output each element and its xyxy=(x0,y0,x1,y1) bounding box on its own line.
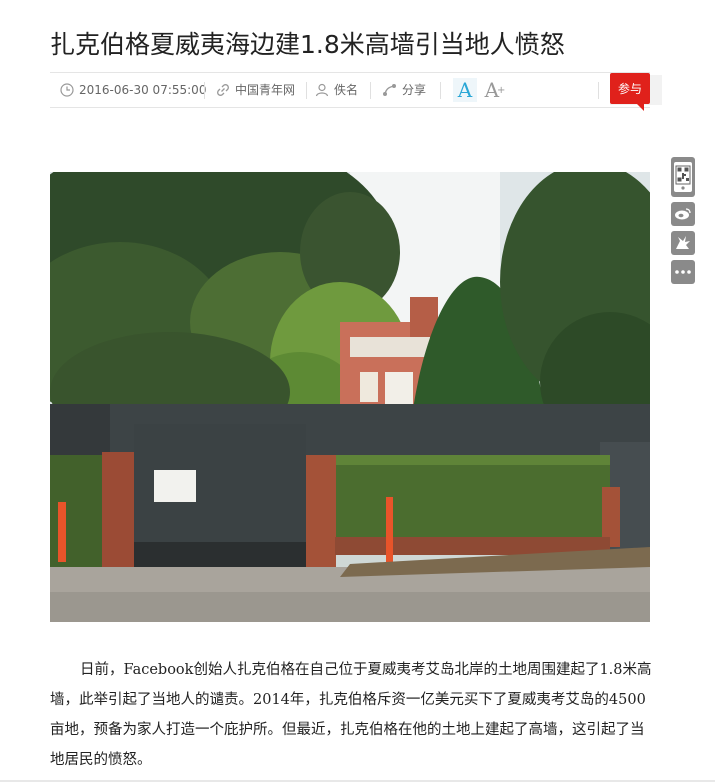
font-size-normal-button[interactable]: A xyxy=(453,78,477,102)
more-icon xyxy=(675,270,691,274)
author: 佚名 xyxy=(315,73,358,107)
divider xyxy=(440,82,441,99)
publish-time-text: 2016-06-30 07:55:00 xyxy=(79,83,207,97)
link-icon xyxy=(217,84,229,96)
font-plus-glyph: + xyxy=(497,84,506,96)
article-paragraph: 日前，Facebook创始人扎克伯格在自己位于夏威夷考艾岛北岸的土地周围建起了1… xyxy=(50,662,652,768)
wechat-icon xyxy=(676,236,690,249)
font-size-large-button[interactable]: A + xyxy=(483,78,507,102)
join-discussion-button[interactable]: 参与 xyxy=(610,73,650,111)
wechat-share-button[interactable] xyxy=(671,231,695,255)
weibo-share-button[interactable] xyxy=(671,202,695,226)
clock-icon xyxy=(60,83,74,97)
side-toolbar xyxy=(671,157,695,289)
article-meta-bar: 2016-06-30 07:55:00 中国青年网 佚名 分享 A A + xyxy=(50,72,662,108)
share-button[interactable]: 分享 xyxy=(382,73,426,107)
article-photo xyxy=(50,172,650,622)
divider xyxy=(204,82,205,99)
author-text: 佚名 xyxy=(334,83,359,97)
more-share-button[interactable] xyxy=(671,260,695,284)
qr-code-button[interactable] xyxy=(671,157,695,197)
article-title: 扎克伯格夏威夷海边建1.8米高墙引当地人愤怒 xyxy=(50,29,565,59)
source-text: 中国青年网 xyxy=(235,83,296,97)
divider xyxy=(306,82,307,99)
divider xyxy=(598,82,599,99)
article-photo-image xyxy=(50,172,650,622)
join-label: 参与 xyxy=(617,82,642,96)
source-link[interactable]: 中国青年网 xyxy=(216,73,295,107)
weibo-icon xyxy=(675,208,691,220)
share-label: 分享 xyxy=(402,83,427,97)
qr-code-icon xyxy=(674,162,692,192)
publish-time: 2016-06-30 07:55:00 xyxy=(60,73,206,107)
font-normal-glyph: A xyxy=(457,78,473,102)
divider xyxy=(370,82,371,99)
person-icon xyxy=(315,83,329,97)
share-icon xyxy=(383,84,396,96)
